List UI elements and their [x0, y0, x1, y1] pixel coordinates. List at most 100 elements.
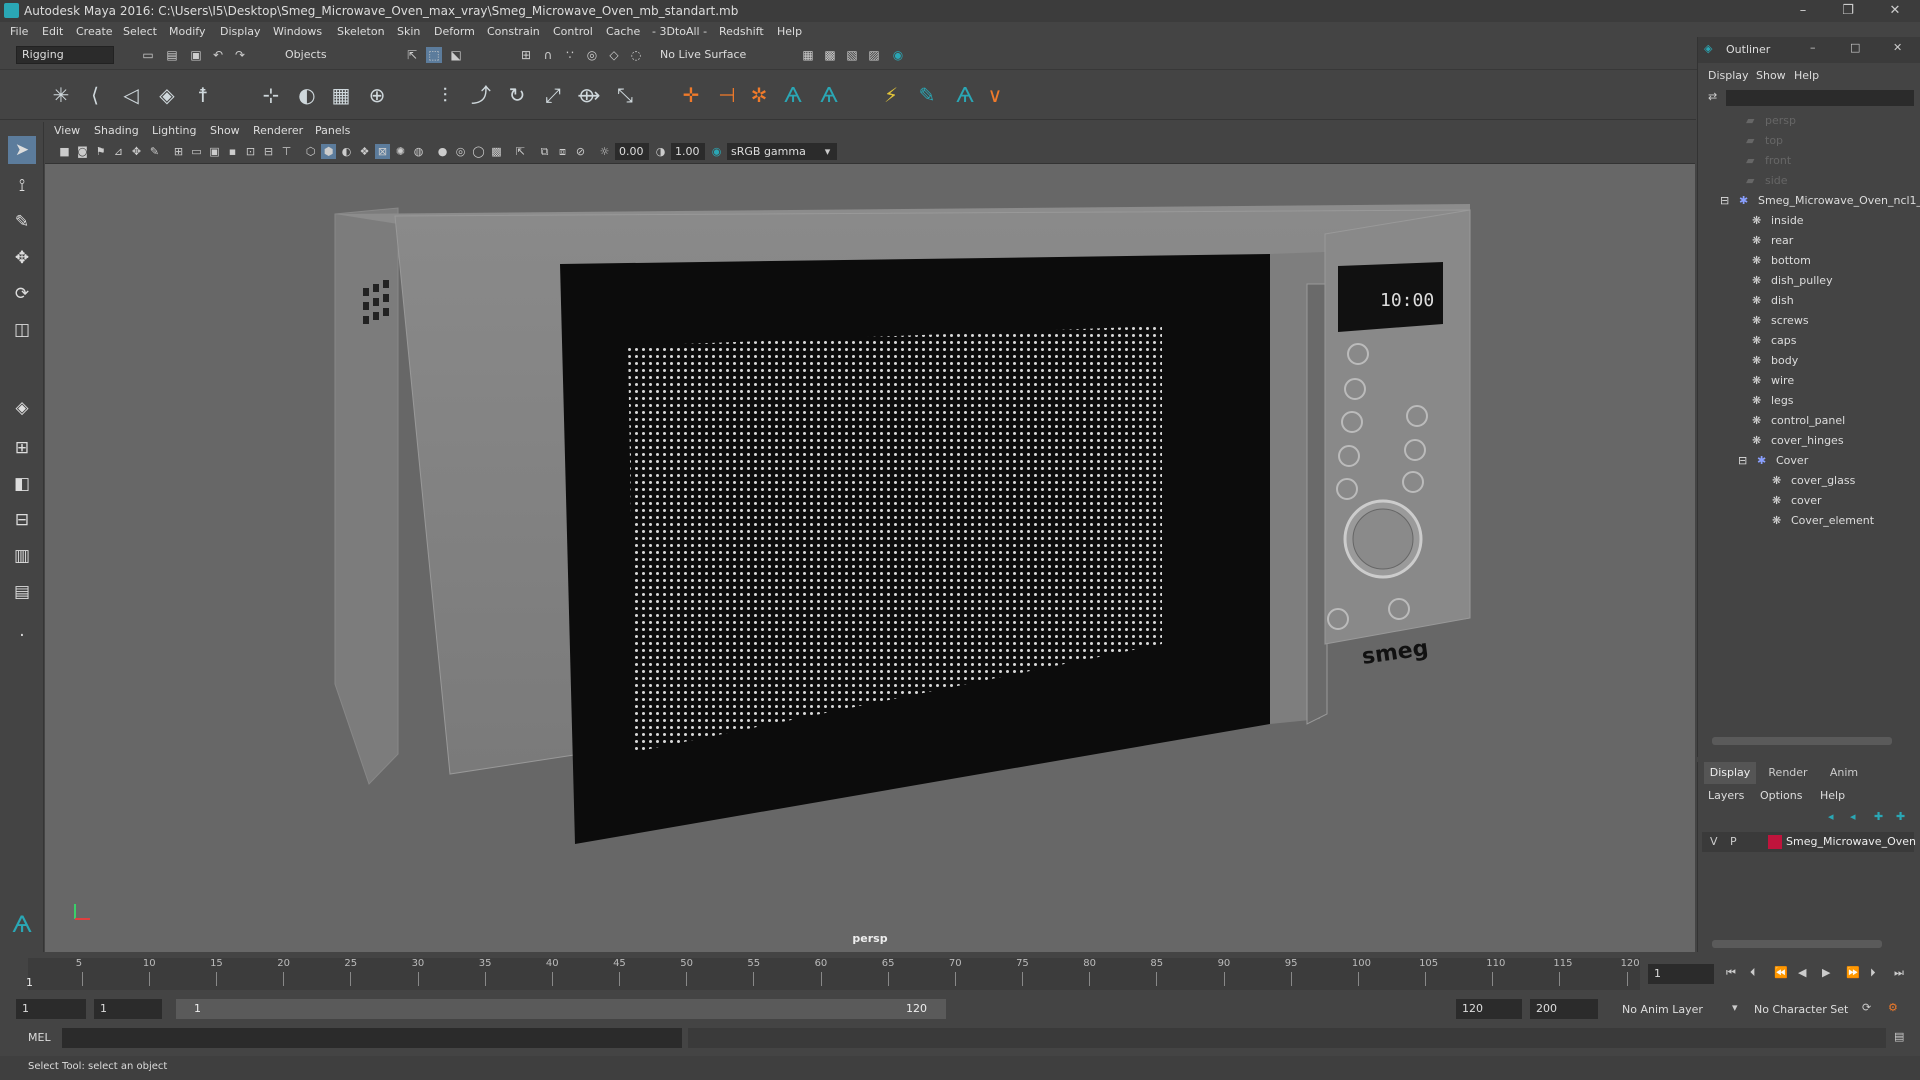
- outliner-item-cover-glass[interactable]: ❋ cover_glass: [1772, 471, 1855, 490]
- playback-end-field[interactable]: 120: [1456, 999, 1522, 1019]
- aim-constraint-icon[interactable]: ⟴: [574, 80, 604, 110]
- gate-mask-icon[interactable]: ▪: [225, 144, 240, 159]
- menu-modify[interactable]: Modify: [169, 25, 205, 38]
- safe-title-icon[interactable]: ⊤: [279, 144, 294, 159]
- snap-live-icon[interactable]: ◌: [628, 47, 644, 63]
- vp-menu-view[interactable]: View: [54, 124, 80, 137]
- vp-menu-show[interactable]: Show: [210, 124, 240, 137]
- side-view-icon[interactable]: ◧: [8, 470, 36, 498]
- motion-blur-icon[interactable]: ◎: [453, 144, 468, 159]
- outliner-minimize-button[interactable]: –: [1810, 41, 1816, 54]
- shadows-icon[interactable]: ◍: [411, 144, 426, 159]
- menu-3dtoall[interactable]: - 3DtoAll -: [652, 25, 707, 38]
- outliner-filter-icon[interactable]: ⇄: [1708, 90, 1717, 103]
- layer-name[interactable]: Smeg_Microwave_Oven: [1786, 835, 1916, 848]
- range-start-field[interactable]: 1: [16, 999, 86, 1019]
- outliner-item-cover[interactable]: ❋ cover: [1772, 491, 1822, 510]
- redshift-render-icon[interactable]: Ѧ: [814, 80, 844, 110]
- viewport-panel[interactable]: View Shading Lighting Show Renderer Pane…: [45, 122, 1695, 952]
- character-set-dropdown[interactable]: No Character Set: [1754, 1003, 1848, 1016]
- outliner-item-cover-hinges[interactable]: ❋ cover_hinges: [1752, 431, 1844, 450]
- ik-spline-icon[interactable]: ◁: [116, 80, 146, 110]
- use-lights-icon[interactable]: ✺: [393, 144, 408, 159]
- camera-attr-icon[interactable]: ◙: [75, 144, 90, 159]
- menu-skin[interactable]: Skin: [397, 25, 420, 38]
- go-end-icon[interactable]: ⏭: [1894, 966, 1904, 980]
- outliner-item-control-panel[interactable]: ❋ control_panel: [1752, 411, 1845, 430]
- exposure-field[interactable]: 0.00: [615, 143, 649, 160]
- live-surface-label[interactable]: No Live Surface: [660, 48, 746, 61]
- gamma-icon[interactable]: ◑: [653, 144, 668, 159]
- ik-handle-icon[interactable]: ⟨: [80, 80, 110, 110]
- outliner-menu-display[interactable]: Display: [1708, 69, 1749, 82]
- menu-skeleton[interactable]: Skeleton: [337, 25, 385, 38]
- menu-deform[interactable]: Deform: [434, 25, 475, 38]
- play-forward-icon[interactable]: ▶: [1822, 966, 1830, 979]
- outliner-item-front[interactable]: ▰ front: [1746, 151, 1791, 170]
- command-input[interactable]: [62, 1028, 682, 1048]
- menu-select[interactable]: Select: [123, 25, 157, 38]
- play-back-icon[interactable]: ◀: [1798, 966, 1806, 979]
- snap-surface-icon[interactable]: ◇: [606, 47, 622, 63]
- vp-menu-shading[interactable]: Shading: [94, 124, 139, 137]
- mode-dropdown[interactable]: Rigging: [16, 46, 114, 64]
- prev-key-icon[interactable]: ⏪: [1774, 966, 1788, 979]
- menu-windows[interactable]: Windows: [273, 25, 322, 38]
- snap-curve-icon[interactable]: ∩: [540, 47, 556, 63]
- safe-action-icon[interactable]: ⊟: [261, 144, 276, 159]
- wrap-icon[interactable]: ⊕: [362, 80, 392, 110]
- tab-render[interactable]: Render: [1762, 762, 1814, 784]
- gamma-field[interactable]: 1.00: [671, 143, 705, 160]
- current-frame-field[interactable]: 1: [1648, 964, 1714, 984]
- menu-control[interactable]: Control: [553, 25, 593, 38]
- selection-mask-dropdown[interactable]: Objects: [285, 48, 327, 61]
- skin-bind-icon[interactable]: ✲: [744, 80, 774, 110]
- locator-icon[interactable]: ✛: [676, 80, 706, 110]
- vp-menu-lighting[interactable]: Lighting: [152, 124, 196, 137]
- outliner-item-inside[interactable]: ❋ inside: [1752, 211, 1804, 230]
- component-editor-icon[interactable]: ✎: [912, 80, 942, 110]
- collapse-icon[interactable]: ⊟: [1720, 195, 1734, 206]
- joint-tool-icon[interactable]: ✳: [46, 80, 76, 110]
- bookmark-icon[interactable]: ⚑: [93, 144, 108, 159]
- select-tool-icon[interactable]: ➤: [8, 136, 36, 164]
- single-view-icon[interactable]: ◈: [8, 394, 36, 422]
- outliner-item-top[interactable]: ▰ top: [1746, 131, 1783, 150]
- time-slider[interactable]: 1 1 ⏮ ⏴ ⏪ ◀ ▶ ⏩ ⏵ ⏭ 5 10 15 20 25 30 35 40 45 50 5…: [0, 954, 1920, 996]
- layer-playback[interactable]: P: [1730, 835, 1737, 848]
- render-settings-icon[interactable]: ▦: [800, 47, 816, 63]
- redshift-icon[interactable]: Ѧ: [778, 80, 808, 110]
- select-object-icon[interactable]: ⬚: [426, 47, 442, 63]
- xray-joints-icon[interactable]: ⧉: [537, 144, 552, 159]
- 2d-pan-icon[interactable]: ✥: [129, 144, 144, 159]
- new-layer-selected-icon[interactable]: ✚: [1896, 810, 1905, 823]
- outliner-close-button[interactable]: ✕: [1893, 41, 1902, 54]
- aa-icon[interactable]: ◯: [471, 144, 486, 159]
- outliner-item-cover-group[interactable]: ⊟ ✱ Cover: [1738, 451, 1808, 470]
- hypershade-layout-icon[interactable]: ▤: [8, 578, 36, 606]
- more-layouts-icon[interactable]: ·: [8, 622, 36, 650]
- xray-icon[interactable]: ⊠: [375, 144, 390, 159]
- render-frame-icon[interactable]: ▩: [822, 47, 838, 63]
- four-view-icon[interactable]: ⊞: [8, 434, 36, 462]
- lattice-icon[interactable]: ▦: [326, 80, 356, 110]
- rotate-tool-icon[interactable]: ⟳: [8, 280, 36, 308]
- outliner-item-dish[interactable]: ❋ dish: [1752, 291, 1794, 310]
- field-chart-icon[interactable]: ⊡: [243, 144, 258, 159]
- cluster-icon[interactable]: ⊹: [256, 80, 286, 110]
- vp-menu-renderer[interactable]: Renderer: [253, 124, 303, 137]
- anim-layer-dropdown[interactable]: No Anim Layer: [1622, 1003, 1703, 1016]
- outliner-menu-show[interactable]: Show: [1756, 69, 1786, 82]
- grid-icon[interactable]: ⊞: [171, 144, 186, 159]
- hypershade-icon[interactable]: ◉: [890, 47, 906, 63]
- mel-label[interactable]: MEL: [28, 1031, 51, 1044]
- outliner-item-rear[interactable]: ❋ rear: [1752, 231, 1793, 250]
- menu-display[interactable]: Display: [220, 25, 261, 38]
- open-scene-icon[interactable]: ▤: [164, 47, 180, 63]
- mirror-weights-icon[interactable]: ∨: [980, 80, 1010, 110]
- go-start-icon[interactable]: ⏮: [1726, 966, 1736, 980]
- vp-menu-panels[interactable]: Panels: [315, 124, 350, 137]
- select-hierarchy-icon[interactable]: ⇱: [404, 47, 420, 63]
- script-editor-icon[interactable]: ▤: [1894, 1030, 1904, 1043]
- parent-constraint-icon[interactable]: ⫶: [430, 80, 460, 110]
